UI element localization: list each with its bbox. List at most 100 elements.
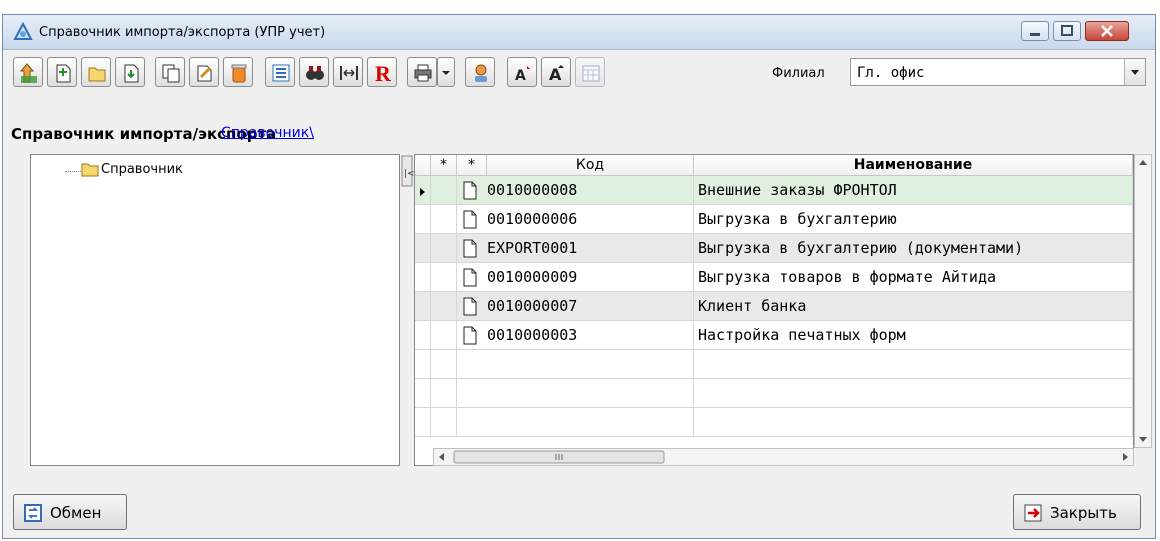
user-button[interactable] <box>465 57 495 87</box>
report-button[interactable]: R <box>367 57 397 87</box>
font-decrease-icon: A <box>549 65 564 84</box>
print-button[interactable] <box>407 57 437 87</box>
table-row[interactable]: 0010000006 Выгрузка в бухгалтерию <box>415 205 1133 234</box>
close-button[interactable]: Закрыть <box>1013 494 1141 530</box>
binoculars-icon <box>306 66 324 80</box>
toolbar: R A A Филиал Гл. офис <box>3 51 1155 93</box>
document-caption-fragment <box>0 0 1160 8</box>
minimize-icon <box>1030 33 1040 36</box>
save-button[interactable] <box>115 57 145 87</box>
mark-cell <box>431 263 457 291</box>
minimize-button[interactable] <box>1021 21 1049 41</box>
doc-icon-cell <box>457 350 487 378</box>
doc-icon-cell <box>457 263 487 291</box>
mark-column-header-2[interactable]: * <box>457 155 487 176</box>
document-icon <box>463 326 477 345</box>
font-increase-icon: A <box>515 66 530 84</box>
exchange-button[interactable]: Обмен <box>13 494 127 530</box>
code-cell: 0010000008 <box>487 176 694 204</box>
vertical-scrollbar[interactable] <box>1134 154 1152 448</box>
name-cell: Настройка печатных форм <box>694 321 1133 349</box>
name-column-header[interactable]: Наименование <box>694 155 1133 176</box>
mark-cell <box>431 234 457 262</box>
calendar-button[interactable] <box>575 57 605 87</box>
horizontal-scrollbar[interactable] <box>433 448 1134 466</box>
mark-column-header-1[interactable]: * <box>431 155 457 176</box>
mark-cell <box>431 408 457 436</box>
row-indicator <box>415 379 431 407</box>
columns-button[interactable] <box>333 57 363 87</box>
mark-cell <box>431 350 457 378</box>
row-indicator <box>415 176 431 204</box>
doc-icon-cell <box>457 292 487 320</box>
document-icon <box>463 268 477 287</box>
list-view-button[interactable] <box>265 57 295 87</box>
filial-select[interactable]: Гл. офис <box>850 58 1146 86</box>
code-cell: EXPORT0001 <box>487 234 694 262</box>
level-up-icon <box>19 63 37 83</box>
delete-icon <box>231 64 247 83</box>
list-view-icon <box>272 64 290 82</box>
filial-dropdown-toggle[interactable] <box>1124 59 1145 85</box>
row-indicator <box>415 263 431 291</box>
row-indicator <box>415 408 431 436</box>
code-column-header[interactable]: Код <box>487 155 694 176</box>
row-indicator <box>415 321 431 349</box>
font-decrease-button[interactable]: A <box>541 57 571 87</box>
print-dropdown-button[interactable] <box>437 57 455 87</box>
font-increase-button[interactable]: A <box>507 57 537 87</box>
add-item-button[interactable] <box>47 57 77 87</box>
exchange-icon <box>24 504 42 522</box>
chevron-down-icon <box>1131 70 1139 75</box>
name-cell <box>694 350 1133 378</box>
table-row[interactable]: 0010000007 Клиент банка <box>415 292 1133 321</box>
user-icon <box>475 64 487 82</box>
code-cell: 0010000006 <box>487 205 694 233</box>
doc-icon-cell <box>457 321 487 349</box>
delete-button[interactable] <box>223 57 253 87</box>
level-up-button[interactable] <box>13 57 43 87</box>
document-icon <box>463 239 477 258</box>
edit-icon <box>197 65 212 82</box>
title-bar: Справочник импорта/экспорта (УПР учет) <box>3 15 1155 50</box>
print-icon <box>414 64 432 82</box>
data-grid: * * Код Наименование 0010000008 Внешние з… <box>414 154 1134 466</box>
name-cell: Клиент банка <box>694 292 1133 320</box>
maximize-icon <box>1061 25 1073 36</box>
main-window: Справочник импорта/экспорта (УПР учет) R… <box>2 14 1156 539</box>
tree-panel: Справочник <box>30 154 400 466</box>
table-row <box>415 350 1133 379</box>
document-icon <box>463 210 477 229</box>
close-window-button[interactable] <box>1085 21 1129 41</box>
edit-button[interactable] <box>189 57 219 87</box>
svg-text:A: A <box>515 68 526 84</box>
mark-cell <box>431 292 457 320</box>
copy-button[interactable] <box>155 57 185 87</box>
maximize-button[interactable] <box>1053 21 1081 41</box>
table-row[interactable]: 0010000003 Настройка печатных форм <box>415 321 1133 350</box>
code-cell: 0010000009 <box>487 263 694 291</box>
table-row[interactable]: 0010000008 Внешние заказы ФРОНТОЛ <box>415 176 1133 205</box>
code-cell <box>487 350 694 378</box>
name-cell: Выгрузка в бухгалтерию <box>694 205 1133 233</box>
document-icon <box>463 297 477 316</box>
table-row[interactable]: 0010000009 Выгрузка товаров в формате Айт… <box>415 263 1133 292</box>
doc-icon-cell <box>457 379 487 407</box>
save-icon <box>124 64 139 83</box>
find-button[interactable] <box>299 57 329 87</box>
code-cell <box>487 379 694 407</box>
copy-icon <box>162 64 180 83</box>
name-cell: Внешние заказы ФРОНТОЛ <box>694 176 1133 204</box>
breadcrumb-link[interactable]: Справочник\ <box>221 125 314 141</box>
code-cell: 0010000007 <box>487 292 694 320</box>
add-item-icon <box>56 64 71 83</box>
table-row <box>415 379 1133 408</box>
mark-cell <box>431 321 457 349</box>
window-title: Справочник импорта/экспорта (УПР учет) <box>39 25 326 40</box>
filial-label: Филиал <box>772 66 825 81</box>
add-folder-icon <box>88 67 106 82</box>
table-row[interactable]: EXPORT0001 Выгрузка в бухгалтерию (докуме… <box>415 234 1133 263</box>
exchange-label: Обмен <box>50 504 102 522</box>
add-folder-button[interactable] <box>81 57 111 87</box>
panel-splitter[interactable]: |< <box>400 154 415 466</box>
